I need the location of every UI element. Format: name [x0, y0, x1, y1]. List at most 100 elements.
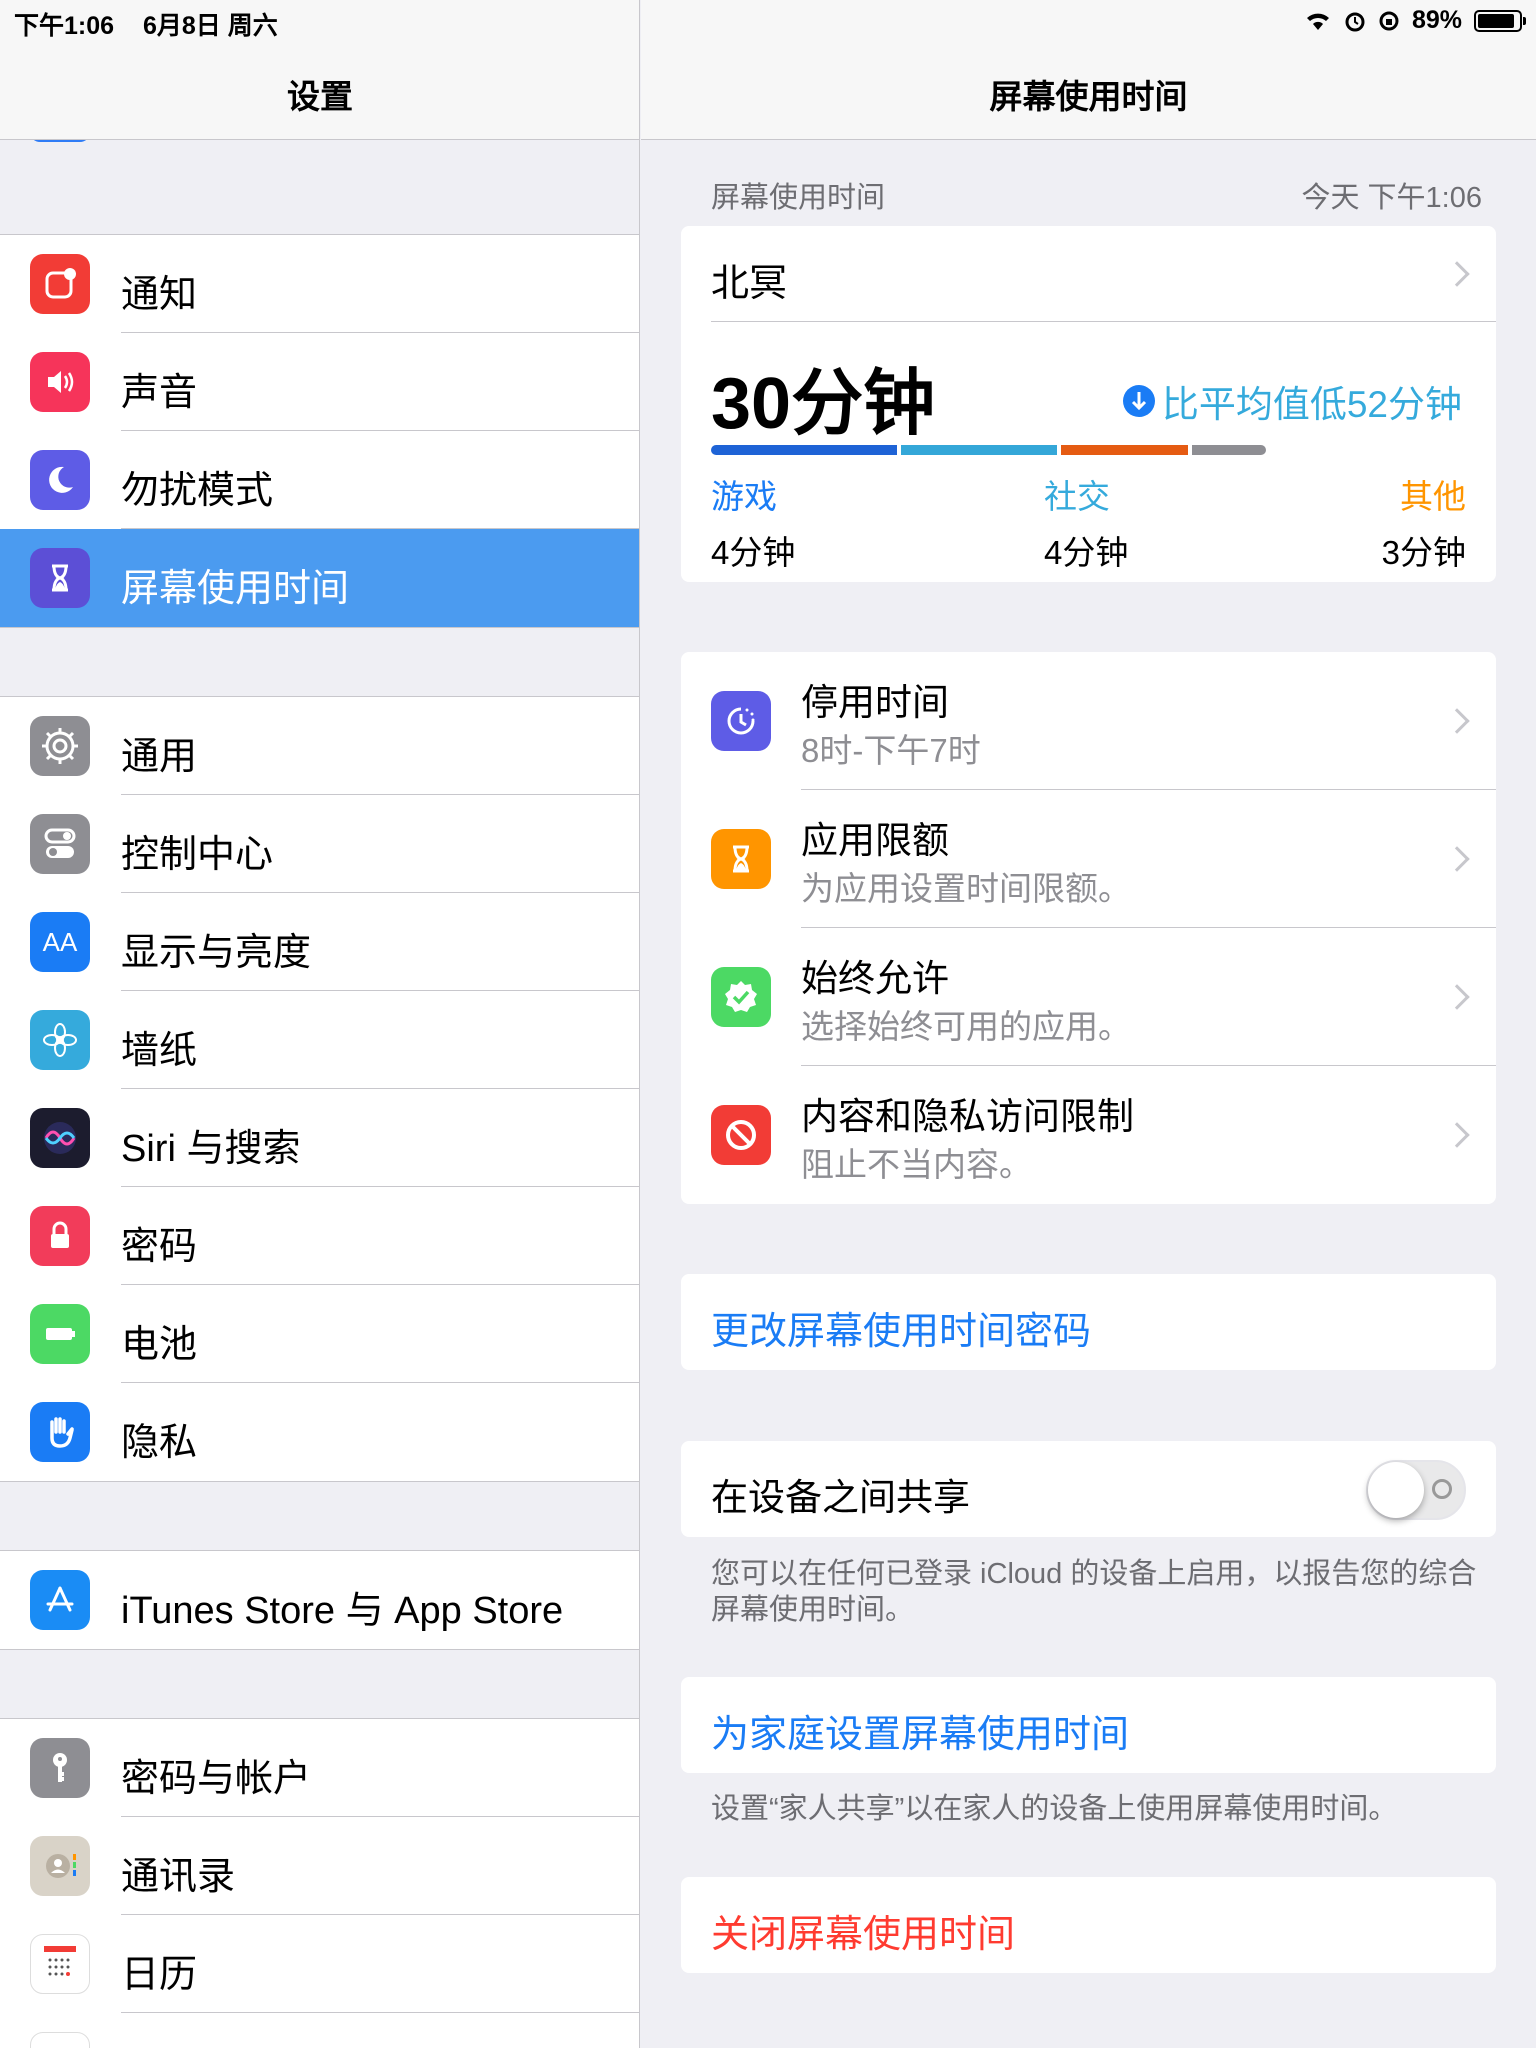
flower-icon [30, 1010, 90, 1070]
hand-icon [30, 1402, 90, 1462]
sidebar-item-label: iTunes Store 与 App Store [121, 1590, 564, 1632]
change-passcode-label: 更改屏幕使用时间密码 [711, 1311, 1092, 1353]
lock-icon [30, 1206, 90, 1266]
option-downtime[interactable]: 停用时间 8时-下午7时 [681, 652, 1496, 790]
option-subtitle: 阻止不当内容。 [801, 1146, 1032, 1183]
category-time: 3分钟 [1381, 534, 1466, 571]
sidebar-item-label: 密码与帐户 [121, 1758, 312, 1800]
turn-off-label: 关闭屏幕使用时间 [711, 1914, 1016, 1956]
sidebar-item-label: 通讯录 [121, 1856, 236, 1898]
family-setup-button[interactable]: 为家庭设置屏幕使用时间 [681, 1677, 1496, 1773]
sidebar-item-calendar[interactable]: 日历 [0, 1915, 639, 2013]
checkmark-badge-icon [711, 967, 771, 1027]
gear-icon [30, 716, 90, 776]
options-card: 停用时间 8时-下午7时 应用限额 为应用设置时间限额。 始终允许 选择始终可用… [681, 652, 1496, 1204]
option-subtitle: 选择始终可用的应用。 [801, 1008, 1131, 1045]
screen-time-detail: 屏幕使用时间 屏幕使用时间 今天 下午1:06 北冥 30分钟 比平均值低52分… [641, 0, 1536, 2048]
turn-off-screen-time-button[interactable]: 关闭屏幕使用时间 [681, 1877, 1496, 1973]
sidebar-item-battery[interactable]: 电池 [0, 1285, 639, 1383]
usage-bar-segment [1061, 445, 1188, 455]
toggles-icon [30, 814, 90, 874]
section-header: 屏幕使用时间 [711, 182, 886, 214]
sidebar-item-sounds[interactable]: 声音 [0, 333, 639, 431]
restricted-icon [711, 1105, 771, 1165]
sidebar-item-label: 声音 [121, 372, 198, 414]
sidebar-item-general[interactable]: 通用 [0, 697, 639, 795]
sidebar-item-label: 密码 [121, 1226, 198, 1268]
option-content-privacy[interactable]: 内容和隐私访问限制 阻止不当内容。 [681, 1066, 1496, 1204]
option-always-allowed[interactable]: 始终允许 选择始终可用的应用。 [681, 928, 1496, 1066]
sidebar-item-label: Siri 与搜索 [121, 1128, 301, 1170]
usage-bar [711, 445, 1467, 455]
option-subtitle: 8时-下午7时 [801, 732, 981, 769]
sidebar-item-contacts[interactable]: 通讯录 [0, 1817, 639, 1915]
sounds-icon [30, 352, 90, 412]
battery-icon [30, 1304, 90, 1364]
sidebar-item-label: 屏幕使用时间 [121, 568, 350, 610]
sidebar-item-wallpaper[interactable]: 墙纸 [0, 991, 639, 1089]
change-passcode-button[interactable]: 更改屏幕使用时间密码 [681, 1274, 1496, 1370]
sidebar-item-privacy[interactable]: 隐私 [0, 1383, 639, 1481]
sidebar-item-passwords-accounts[interactable]: 密码与帐户 [0, 1719, 639, 1817]
sidebar-item-label: 日历 [121, 1954, 198, 1996]
arrow-down-circle-icon [1122, 385, 1155, 417]
sidebar-item-label: 隐私 [121, 1422, 198, 1464]
moon-icon [30, 450, 90, 510]
sidebar-item-partial [0, 2013, 639, 2048]
category-other: 其他 3分钟 [1382, 470, 1466, 574]
option-subtitle: 为应用设置时间限额。 [801, 870, 1131, 907]
device-row[interactable]: 北冥 [681, 226, 1496, 322]
category-social: 社交 4分钟 [1044, 470, 1128, 574]
category-name: 其他 [1400, 478, 1466, 515]
category-time: 4分钟 [711, 534, 796, 571]
compare-label: 比平均值低52分钟 [1122, 374, 1462, 428]
chevron-right-icon [1444, 984, 1470, 1010]
app-store-icon [30, 1570, 90, 1630]
sidebar-item-display[interactable]: AA 显示与亮度 [0, 893, 639, 991]
settings-sidebar: 设置 通知 声音 勿扰模式 屏幕使用时间 通用 控制中心 AA 显示与亮度 墙纸… [0, 0, 640, 2048]
share-devices-row: 在设备之间共享 [681, 1441, 1496, 1537]
sidebar-item-label: 控制中心 [121, 834, 274, 876]
sidebar-item-itunes-app-store[interactable]: iTunes Store 与 App Store [0, 1551, 639, 1649]
sidebar-item-passcode[interactable]: 密码 [0, 1187, 639, 1285]
status-bar: 下午1:06 6月8日 周六 89% [0, 0, 1536, 40]
usage-bar-segment [1191, 445, 1267, 455]
sidebar-item-notifications[interactable]: 通知 [0, 235, 639, 333]
sidebar-item-label: 通用 [121, 736, 198, 778]
sidebar-item-label: 勿扰模式 [121, 470, 274, 512]
hourglass-icon [711, 829, 771, 889]
sidebar-item-label: 电池 [121, 1324, 198, 1366]
status-date: 6月8日 周六 [143, 12, 278, 40]
usage-bar-segment [711, 445, 897, 455]
alarm-icon [1345, 12, 1365, 31]
hourglass-icon [30, 548, 90, 608]
chevron-right-icon [1444, 708, 1470, 734]
category-name: 游戏 [711, 478, 777, 515]
key-icon [30, 1738, 90, 1798]
battery-percent: 89% [1411, 6, 1462, 34]
contacts-icon [30, 1836, 90, 1896]
usage-card: 北冥 30分钟 比平均值低52分钟 游戏 4分钟 社交 4分钟 其他 3分钟 [681, 226, 1496, 582]
text-size-icon: AA [30, 912, 90, 972]
orientation-lock-icon [1379, 11, 1399, 30]
reminders-icon [30, 2032, 90, 2048]
siri-icon [30, 1108, 90, 1168]
sidebar-title: 设置 [287, 78, 353, 115]
notifications-icon [30, 254, 90, 314]
option-title: 停用时间 [801, 682, 949, 723]
battery-icon [1474, 9, 1526, 32]
sidebar-item-do-not-disturb[interactable]: 勿扰模式 [0, 431, 639, 529]
sidebar-item-siri[interactable]: Siri 与搜索 [0, 1089, 639, 1187]
section-date: 今天 下午1:06 [1301, 182, 1483, 214]
family-setup-note: 设置“家人共享”以在家人的设备上使用屏幕使用时间。 [711, 1793, 1398, 1825]
family-setup-label: 为家庭设置屏幕使用时间 [711, 1714, 1130, 1756]
settings-group: 通知 声音 勿扰模式 屏幕使用时间 [0, 234, 639, 628]
sidebar-item-screen-time[interactable]: 屏幕使用时间 [0, 529, 639, 627]
share-devices-toggle[interactable] [1366, 1460, 1466, 1520]
status-time: 下午1:06 [14, 12, 115, 40]
option-app-limits[interactable]: 应用限额 为应用设置时间限额。 [681, 790, 1496, 928]
chevron-right-icon [1444, 846, 1470, 872]
sidebar-item-control-center[interactable]: 控制中心 [0, 795, 639, 893]
category-time: 4分钟 [1044, 534, 1129, 571]
total-time: 30分钟 [711, 364, 936, 444]
